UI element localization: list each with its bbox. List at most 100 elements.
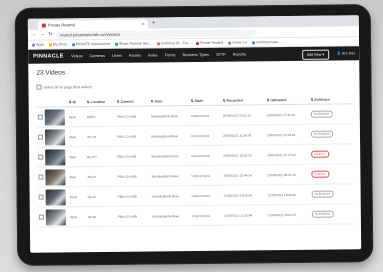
menu-item[interactable]: Roles bbox=[148, 53, 158, 57]
cell-id: 4546 bbox=[67, 126, 87, 147]
evidence-cell: No Evidence bbox=[309, 123, 354, 145]
user-name: Acc Dev bbox=[341, 51, 356, 56]
bookmark-icon bbox=[32, 43, 36, 47]
bookmark-icon bbox=[252, 40, 256, 44]
cell-user: Sample@pinit.Rewi bbox=[150, 165, 191, 186]
select-all-label: Select all on page (first select) bbox=[43, 84, 92, 90]
evidence-badge[interactable]: Evidence bbox=[311, 150, 329, 158]
add-new-button[interactable]: Add New ▾ bbox=[301, 49, 330, 60]
cell-camera: PBA-CO-ASB bbox=[116, 145, 151, 167]
tablet-device: Private Rewind ✕ + ← → ↻ rewind.privatet… bbox=[14, 4, 374, 266]
thumbnail-cell bbox=[44, 146, 69, 168]
bookmark-item[interactable]: Private Rewind bbox=[195, 40, 224, 45]
bookmark-icon bbox=[228, 41, 232, 45]
menu-item[interactable]: SFTP bbox=[216, 53, 226, 57]
evidence-cell: No Evidence bbox=[310, 183, 354, 205]
column-header[interactable]: ⇅ Location bbox=[85, 97, 116, 107]
cell-state: Unprocessed bbox=[189, 105, 222, 126]
bookmark-item[interactable]: rewind.private... bbox=[252, 40, 281, 44]
video-thumbnail[interactable] bbox=[45, 168, 66, 186]
column-header-label: Uploaded bbox=[270, 98, 287, 103]
menu-item[interactable]: Videos bbox=[71, 54, 83, 58]
cell-id: 4549 bbox=[67, 106, 86, 127]
forward-icon[interactable]: → bbox=[40, 32, 45, 38]
address-bar[interactable]: rewind.privatetutorials.com/videos bbox=[55, 28, 256, 38]
reload-icon[interactable]: ↻ bbox=[48, 31, 53, 37]
page-title: 23 Videos bbox=[36, 69, 66, 77]
cell-location: Alt/2S bbox=[86, 166, 117, 187]
evidence-badge[interactable]: No Evidence bbox=[311, 190, 334, 198]
evidence-cell: No Evidence bbox=[310, 203, 354, 225]
cell-user: Sample@pinit.Rewi bbox=[150, 185, 191, 206]
back-icon[interactable]: ← bbox=[32, 32, 37, 38]
cell-user: Sample@pinit.Rewi bbox=[150, 205, 191, 226]
row-checkbox[interactable] bbox=[37, 114, 43, 120]
video-thumbnail[interactable] bbox=[44, 108, 65, 126]
cell-uploaded: 25/05/2021 12:18:16 bbox=[265, 124, 311, 145]
menu-item[interactable]: Users bbox=[112, 54, 122, 58]
column-header[interactable]: ⇅ State bbox=[189, 96, 222, 106]
header-thumbnail-cell bbox=[43, 98, 68, 108]
bookmark-icon bbox=[156, 41, 160, 45]
row-checkbox[interactable] bbox=[38, 154, 44, 160]
thumbnail-cell bbox=[44, 206, 69, 228]
row-checkbox[interactable] bbox=[37, 134, 44, 140]
video-thumbnail[interactable] bbox=[45, 188, 66, 206]
bookmark-label: PRIVATE Assessment bbox=[75, 41, 111, 47]
row-checkbox[interactable] bbox=[38, 194, 44, 200]
table-row[interactable]: 4535 09-08 PBA-CO-ASB Sample@pinit.Rewi Unpr… bbox=[37, 203, 354, 228]
new-tab-icon[interactable]: + bbox=[152, 19, 156, 27]
bookmark-icon bbox=[71, 42, 75, 46]
bookmark-item[interactable]: My Drive bbox=[49, 42, 67, 46]
tab-title: Private Rewind bbox=[47, 22, 75, 28]
bookmark-item[interactable]: Cerberus ID - Tra... bbox=[156, 41, 191, 45]
menu-item[interactable]: Business Types bbox=[183, 53, 210, 57]
thumbnail-cell bbox=[44, 186, 69, 208]
row-checkbox[interactable] bbox=[38, 174, 44, 180]
bookmark-label: My Drive bbox=[53, 42, 67, 47]
bookmark-item[interactable]: Share Remote Ses... bbox=[115, 41, 152, 46]
app-logo[interactable]: PINNACLE bbox=[33, 53, 71, 59]
bookmark-item[interactable]: PRIVATE Assessment bbox=[71, 41, 111, 47]
menu-item[interactable]: Cameras bbox=[90, 54, 105, 58]
cell-camera: PBA-CO-ASB bbox=[115, 125, 151, 147]
cell-camera: PBA-CO-ASB bbox=[115, 105, 150, 127]
video-thumbnail[interactable] bbox=[44, 128, 66, 146]
video-thumbnail[interactable] bbox=[45, 208, 66, 226]
evidence-badge[interactable]: No Evidence bbox=[311, 210, 334, 218]
cell-camera: PBA-CO-ASB bbox=[116, 165, 151, 187]
row-checkbox[interactable] bbox=[38, 214, 44, 220]
bookmark-icon bbox=[195, 41, 199, 45]
evidence-cell: Evidence bbox=[310, 163, 354, 185]
column-header[interactable]: ⇅ Camera bbox=[115, 97, 150, 107]
cell-user: Sample@pinit.Rewi bbox=[149, 125, 191, 146]
evidence-badge[interactable]: Evidence bbox=[311, 170, 329, 178]
bookmark-label: Apps bbox=[36, 42, 45, 47]
user-menu[interactable]: 👤 Acc Dev bbox=[336, 49, 355, 57]
add-new-label: Add New bbox=[306, 52, 322, 57]
cell-user: Sample@pinit.Rewi bbox=[149, 105, 190, 126]
cell-location: 09-03 bbox=[86, 186, 117, 207]
bookmark-item[interactable]: Home | ui bbox=[228, 40, 247, 45]
menu-item[interactable]: Reports bbox=[233, 52, 246, 56]
cell-recorded: 25/05/2021 11:36:05 bbox=[221, 124, 267, 146]
column-header[interactable]: ⇅ ID bbox=[67, 98, 86, 107]
cell-uploaded: 25/05/2021 21:27:09 bbox=[266, 144, 311, 165]
evidence-badge[interactable]: No Evidence bbox=[310, 130, 333, 138]
select-all-row[interactable]: Select all on page (first select) bbox=[36, 81, 351, 90]
evidence-badge[interactable]: No Evidence bbox=[310, 110, 333, 118]
video-thumbnail[interactable] bbox=[45, 148, 66, 166]
bookmark-label: rewind.private... bbox=[256, 40, 281, 45]
evidence-cell: Evidence bbox=[310, 143, 354, 165]
evidence-cell: No Evidence bbox=[309, 103, 353, 125]
cell-state: Unprocessed bbox=[189, 125, 223, 146]
menu-item[interactable]: Forms bbox=[165, 53, 176, 57]
thumbnail-cell bbox=[43, 106, 68, 128]
bookmark-label: Private Rewind bbox=[199, 40, 224, 45]
browser-tab[interactable]: Private Rewind ✕ bbox=[37, 19, 148, 30]
bookmark-item[interactable]: Apps bbox=[32, 43, 44, 47]
cell-location: 09-08 bbox=[86, 206, 117, 227]
select-all-checkbox[interactable] bbox=[36, 84, 42, 90]
menu-item[interactable]: Rooms bbox=[129, 54, 141, 58]
close-tab-icon[interactable]: ✕ bbox=[141, 20, 144, 29]
